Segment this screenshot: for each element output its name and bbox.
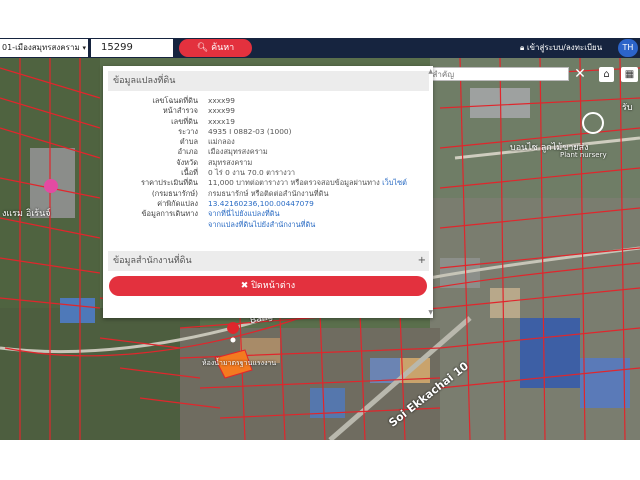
- info-row-label: จังหวัด: [176, 157, 198, 167]
- info-row: ตำบล แม่กลอง: [108, 137, 429, 147]
- info-row-value-text: แม่กลอง: [208, 137, 235, 147]
- info-row-value-text: สมุทรสงคราม: [208, 157, 253, 167]
- info-row-value: 11,000 บาทต่อตารางวา หรือตรวจสอบข้อมูลผ่…: [208, 178, 407, 188]
- info-row: จากแปลงที่ดินไปยังสำนักงานที่ดิน: [108, 220, 429, 230]
- search-button-label: ค้นหา: [211, 43, 235, 53]
- expand-plus-icon[interactable]: +: [418, 251, 426, 271]
- section-land-office-header[interactable]: ข้อมูลสำนักงานที่ดิน +: [108, 251, 429, 271]
- parcel-info-popup: ข้อมูลแปลงที่ดิน ▲ เลขโฉนดที่ดิน xxxx99 หน…: [103, 66, 433, 318]
- info-row-label: ข้อมูลการเดินทาง: [141, 209, 199, 219]
- parcel-number-input[interactable]: 15299: [91, 39, 173, 57]
- info-row-value-text: เมืองสมุทรสงคราม: [208, 147, 268, 157]
- map-label-near-parcel: ห้องน้ำมาตรฐานแรงงาน: [202, 359, 277, 367]
- map-label-right-top: รับ: [622, 103, 633, 113]
- parcel-info-table: เลขโฉนดที่ดิน xxxx99 หน้าสำรวจ xxxx99 เลขที่…: [108, 96, 429, 230]
- info-row: อำเภอ เมืองสมุทรสงคราม: [108, 147, 429, 157]
- info-row-value-text: 4935 I 0882-03 (1000): [208, 126, 292, 136]
- info-row-value-text: 0 ไร่ 0 งาน 70.0 ตารางวา: [208, 168, 296, 178]
- scroll-down-icon[interactable]: ▼: [428, 309, 433, 316]
- scroll-up-icon[interactable]: ▲: [428, 68, 433, 75]
- section-land-office-title: ข้อมูลสำนักงานที่ดิน: [113, 256, 192, 266]
- info-row-value-text: จากแปลงที่ดินไปยังสำนักงานที่ดิน: [208, 219, 316, 229]
- info-row-value-text: 13.42160236,100.00447079: [208, 198, 314, 208]
- info-row-value-text: จากที่นี่ไปยังแปลงที่ดิน: [208, 209, 280, 219]
- lock-icon: 🔒︎: [520, 43, 525, 52]
- district-select-value: 01-เมืองสมุทรสงคราม: [2, 43, 80, 52]
- info-row-value: แม่กลอง: [208, 137, 235, 147]
- section-parcel-info-header[interactable]: ข้อมูลแปลงที่ดิน: [108, 71, 429, 91]
- info-row: (กรมธนารักษ์) กรมธนารักษ์ หรือติดต่อสำนัก…: [108, 189, 429, 199]
- info-row-value-text: กรมธนารักษ์ หรือติดต่อสำนักงานที่ดิน: [208, 188, 329, 198]
- district-select[interactable]: 01-เมืองสมุทรสงคราม ▾: [0, 39, 88, 57]
- login-label: เข้าสู่ระบบ/ลงทะเบียน: [526, 43, 603, 52]
- info-row-value[interactable]: 13.42160236,100.00447079: [208, 199, 314, 209]
- info-row: จังหวัด สมุทรสงคราม: [108, 158, 429, 168]
- grid-icon[interactable]: ▦: [621, 67, 638, 82]
- search-icon: 🔍︎: [196, 43, 209, 53]
- info-row-label: เลขที่ดิน: [171, 116, 198, 126]
- info-row: ระวาง 4935 I 0882-03 (1000): [108, 127, 429, 137]
- info-row-label: เลขโฉนดที่ดิน: [152, 96, 198, 105]
- info-row-value-text: xxxx99: [208, 106, 235, 116]
- info-row-value: กรมธนารักษ์ หรือติดต่อสำนักงานที่ดิน: [208, 189, 329, 199]
- info-row-label: [108, 220, 208, 230]
- info-row: เนื้อที่ 0 ไร่ 0 งาน 70.0 ตารางวา: [108, 168, 429, 178]
- section-parcel-info-title: ข้อมูลแปลงที่ดิน: [113, 76, 176, 86]
- info-row-label: ค่าพิกัดแปลง: [157, 198, 198, 208]
- info-row-value: xxxx99: [208, 96, 235, 106]
- map-label-nursery-en: Plant nursery: [560, 151, 607, 159]
- home-icon[interactable]: ⌂: [599, 67, 614, 82]
- close-icon[interactable]: ✕: [571, 66, 589, 82]
- info-row: หน้าสำรวจ xxxx99: [108, 106, 429, 116]
- info-row-label: เนื้อที่: [181, 168, 198, 178]
- login-link[interactable]: 🔒︎ เข้าสู่ระบบ/ลงทะเบียน: [520, 38, 602, 58]
- close-window-button[interactable]: ✖ ปิดหน้าต่าง: [109, 276, 427, 296]
- info-row-value-text: xxxx19: [208, 116, 235, 126]
- info-row: ข้อมูลการเดินทาง จากที่นี่ไปยังแปลงที่ดิน: [108, 209, 429, 219]
- info-row-value: 4935 I 0882-03 (1000): [208, 127, 292, 137]
- info-row-value-text: 11,000 บาทต่อตารางวา หรือตรวจสอบข้อมูลผ่…: [208, 178, 383, 188]
- info-row-label: ตำบล: [179, 137, 198, 147]
- search-button[interactable]: 🔍︎ ค้นหา: [179, 39, 252, 57]
- info-row-value[interactable]: จากแปลงที่ดินไปยังสำนักงานที่ดิน: [208, 220, 315, 230]
- info-row: เลขที่ดิน xxxx19: [108, 117, 429, 127]
- info-row-value: xxxx19: [208, 117, 235, 127]
- info-row: ราคาประเมินที่ดิน 11,000 บาทต่อตารางวา หร…: [108, 178, 429, 188]
- info-row-label: หน้าสำรวจ: [162, 106, 198, 116]
- info-row-label: ราคาประเมินที่ดิน: [140, 178, 198, 188]
- info-row-value: เมืองสมุทรสงคราม: [208, 147, 268, 157]
- top-bar: 01-เมืองสมุทรสงคราม ▾ 15299 🔍︎ ค้นหา 🔒︎ …: [0, 38, 640, 58]
- info-row-label: อำเภอ: [177, 147, 198, 157]
- map-label-hotel: งแรม อิเร้นจ์: [2, 209, 51, 219]
- info-row: เลขโฉนดที่ดิน xxxx99: [108, 96, 429, 106]
- info-row-label: (กรมธนารักษ์): [151, 188, 198, 198]
- info-row-value[interactable]: จากที่นี่ไปยังแปลงที่ดิน: [208, 209, 280, 219]
- chevron-down-icon: ▾: [82, 44, 86, 52]
- info-row-value: สมุทรสงคราม: [208, 158, 252, 168]
- info-row-value: 0 ไร่ 0 งาน 70.0 ตารางวา: [208, 168, 295, 178]
- info-row: ค่าพิกัดแปลง 13.42160236,100.00447079: [108, 199, 429, 209]
- info-row-label: ระวาง: [178, 126, 198, 136]
- info-row-value: xxxx99: [208, 106, 235, 116]
- website-link[interactable]: เว็บไซต์: [382, 178, 407, 187]
- info-row-value-text: xxxx99: [208, 96, 235, 105]
- language-button[interactable]: TH: [618, 39, 638, 57]
